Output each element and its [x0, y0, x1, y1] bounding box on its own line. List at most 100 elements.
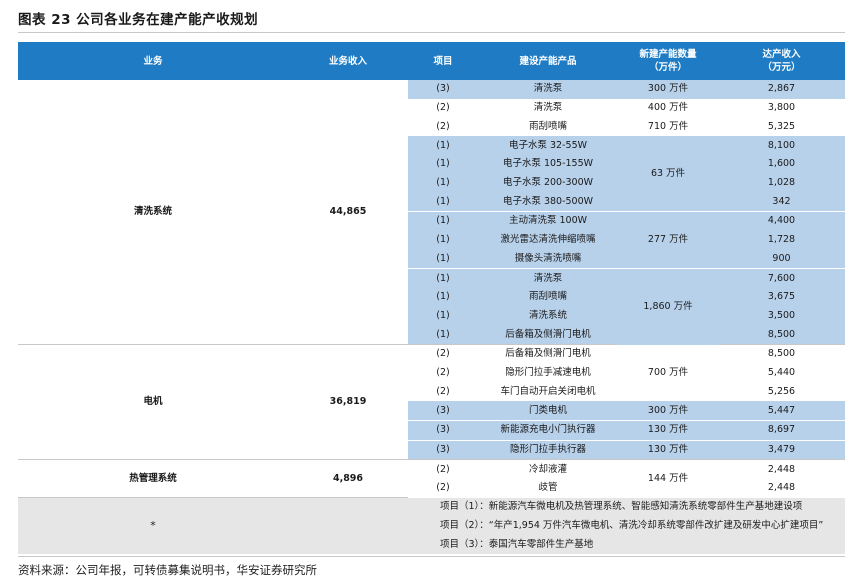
- cell-product: 主动清洗泵 100W: [478, 211, 618, 231]
- header-business: 业务: [18, 42, 288, 80]
- cell-project: (2): [436, 348, 450, 360]
- cell-product: 摄像头清洗喷嘴: [478, 249, 618, 269]
- cell-project: (1): [408, 211, 478, 231]
- cell-income: 4,400: [718, 211, 845, 231]
- cell-project: (3): [408, 80, 478, 99]
- cell-project: (1): [408, 192, 478, 212]
- cell-product: 隐形门拉手执行器: [478, 439, 618, 461]
- cell-product: 冷却液灌: [528, 463, 567, 475]
- cell-income: 3,800: [767, 102, 796, 114]
- cell-product: 门类电机: [478, 401, 618, 421]
- cell-income: 3,500: [718, 306, 845, 326]
- cell-capacity: 144 万件: [647, 473, 689, 485]
- note-project-2: 项目（2）：“年产1,954 万件汽车微电机、清洗冷却系统零部件改扩建及研发中心…: [440, 520, 824, 532]
- cell-product: 雨刮喷嘴: [528, 120, 567, 132]
- cell-project: (2): [436, 102, 450, 114]
- cell-capacity: 63 万件: [618, 136, 718, 212]
- title-divider: [18, 32, 845, 33]
- cell-income: 342: [718, 192, 845, 212]
- cell-capacity: 130 万件: [618, 439, 718, 461]
- cell-project: (3): [408, 419, 478, 441]
- cell-project: (1): [408, 306, 478, 326]
- cell-income: 3,675: [718, 287, 845, 307]
- cell-income: 5,447: [718, 401, 845, 421]
- header-income: 达产收入 （万元）: [718, 42, 845, 80]
- cell-product: 清洗系统: [478, 306, 618, 326]
- cell-income: 8,100: [718, 136, 845, 155]
- cell-product: 清洗泵: [478, 80, 618, 99]
- cell-project: (2): [436, 385, 450, 397]
- business-revenue: 36,819: [288, 344, 408, 461]
- business-name: 热管理系统: [18, 459, 288, 499]
- cell-project: (1): [408, 154, 478, 174]
- cell-project: (1): [408, 136, 478, 155]
- cell-capacity: 130 万件: [618, 419, 718, 441]
- cell-capacity: 300 万件: [618, 80, 718, 99]
- cell-project: (1): [408, 173, 478, 193]
- cell-project: (1): [408, 249, 478, 269]
- cell-income: 2,448: [767, 482, 796, 494]
- header-capacity: 新建产能数量 （万件）: [618, 42, 718, 80]
- header-project: 项目: [408, 42, 478, 80]
- cell-income: 1,600: [718, 154, 845, 174]
- cell-income: 3,479: [718, 439, 845, 461]
- note-project-3: 项目（3）：泰国汽车零部件生产基地: [440, 538, 594, 550]
- cell-product: 激光雷达清洗伸缩喷嘴: [478, 230, 618, 250]
- notes-star: *: [18, 497, 288, 555]
- cell-product: 歧管: [538, 482, 558, 494]
- header-revenue: 业务收入: [288, 42, 408, 80]
- cell-product: 隐形门拉手减速电机: [505, 367, 591, 379]
- cell-income: 8,697: [718, 419, 845, 441]
- cell-capacity: 710 万件: [647, 120, 689, 132]
- business-name: 清洗系统: [18, 80, 288, 346]
- figure-title: 图表 23 公司各业务在建产能产收规划: [18, 12, 259, 28]
- cell-product: 新能源充电小门执行器: [478, 419, 618, 441]
- table-row: 电机 36,819 (2) 后备箱及侧滑门电机 700 万件 8,500: [18, 344, 845, 461]
- cell-capacity: 277 万件: [618, 211, 718, 269]
- cell-product: 车门自动开启关闭电机: [500, 385, 596, 397]
- cell-product: 后备箱及侧滑门电机: [505, 348, 591, 360]
- cell-project: (2): [436, 367, 450, 379]
- cell-income: 5,440: [767, 367, 796, 379]
- notes-cell: 项目（1）：新能源汽车微电机及热管理系统、智能感知清洗系统零部件生产基地建设项 …: [288, 497, 845, 555]
- cell-capacity: 700 万件: [647, 366, 689, 378]
- cell-capacity: 1,860 万件: [618, 268, 718, 345]
- cell-project: (1): [408, 325, 478, 346]
- cell-project: (2): [436, 120, 450, 132]
- business-name: 电机: [18, 344, 288, 461]
- cell-income: 7,600: [718, 268, 845, 288]
- cell-product: 电子水泵 380-500W: [478, 192, 618, 212]
- cell-project: (3): [408, 439, 478, 461]
- capacity-table: 业务 业务收入 项目 建设产能产品 新建产能数量 （万件） 达产收入 （万元） 清洗…: [18, 42, 845, 555]
- table-row: 清洗系统 44,865 (3) 清洗泵 300 万件 2,867: [18, 80, 845, 346]
- cell-project: (1): [408, 287, 478, 307]
- notes-row: * 项目（1）：新能源汽车微电机及热管理系统、智能感知清洗系统零部件生产基地建设…: [18, 497, 845, 555]
- cell-product: 电子水泵 105-155W: [478, 154, 618, 174]
- cell-income: 8,500: [767, 348, 796, 360]
- cell-capacity: 400 万件: [647, 102, 689, 114]
- cell-capacity: 300 万件: [618, 401, 718, 421]
- cell-income: 1,728: [718, 230, 845, 250]
- cell-product: 后备箱及侧滑门电机: [478, 325, 618, 346]
- bottom-divider: [18, 556, 845, 557]
- cell-income: 8,500: [718, 325, 845, 346]
- cell-project: (2): [436, 482, 450, 494]
- cell-product: 电子水泵 200-300W: [478, 173, 618, 193]
- header-product: 建设产能产品: [478, 42, 618, 80]
- business-revenue: 44,865: [288, 80, 408, 346]
- cell-income: 5,256: [767, 385, 796, 397]
- cell-income: 2,867: [718, 80, 845, 99]
- cell-product: 清洗泵: [478, 268, 618, 288]
- cell-income: 2,448: [767, 463, 796, 475]
- business-revenue: 4,896: [288, 459, 408, 499]
- cell-project: (3): [408, 401, 478, 421]
- cell-product: 雨刮喷嘴: [478, 287, 618, 307]
- table-header-row: 业务 业务收入 项目 建设产能产品 新建产能数量 （万件） 达产收入 （万元）: [18, 42, 845, 80]
- table-row: 热管理系统 4,896 (2) 冷却液灌 144 万件 2,448: [18, 459, 845, 499]
- cell-project: (1): [408, 268, 478, 288]
- cell-income: 1,028: [718, 173, 845, 193]
- note-project-1: 项目（1）：新能源汽车微电机及热管理系统、智能感知清洗系统零部件生产基地建设项: [440, 501, 803, 513]
- cell-income: 900: [718, 249, 845, 269]
- cell-income: 5,325: [767, 120, 796, 132]
- source-note: 资料来源：公司年报，可转债募集说明书，华安证券研究所: [18, 563, 317, 577]
